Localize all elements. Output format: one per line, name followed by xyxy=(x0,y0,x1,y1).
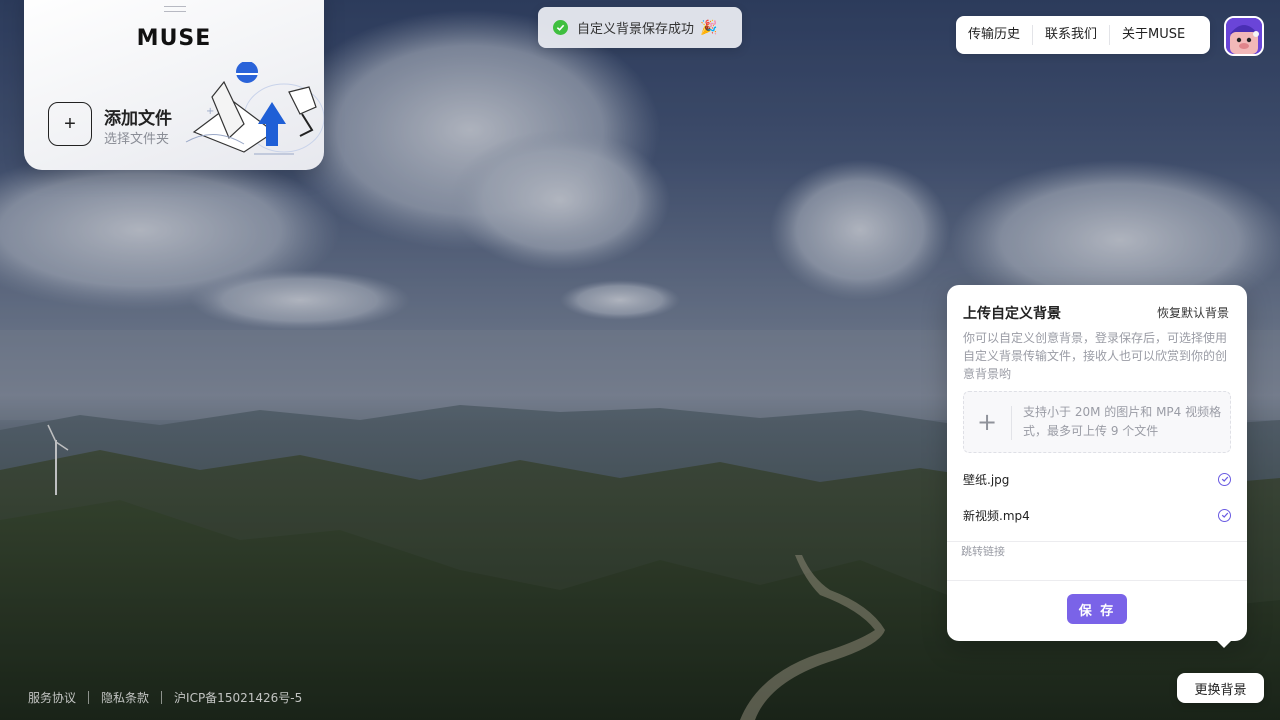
redirect-link-input[interactable] xyxy=(961,542,1231,560)
svg-text:+: + xyxy=(206,106,214,117)
privacy-policy-link[interactable]: 隐私条款 xyxy=(101,689,149,706)
avatar-character-icon xyxy=(1226,18,1262,54)
footer: 服务协议 隐私条款 沪ICP备15021426号-5 xyxy=(28,689,302,706)
select-folder-link[interactable]: 选择文件夹 xyxy=(104,128,169,147)
custom-background-panel: 上传自定义背景 恢复默认背景 你可以自定义创意背景，登录保存后，可选择使用自定义… xyxy=(947,285,1247,648)
file-name: 壁纸.jpg xyxy=(963,472,1010,487)
panel-title: 上传自定义背景 xyxy=(963,306,1061,322)
upload-dropzone[interactable]: + 支持小于 20M 的图片和 MP4 视频格式，最多可上传 9 个文件 xyxy=(963,391,1231,453)
upload-card: MUSE + 添加文件 选择文件夹 + xyxy=(24,0,324,170)
add-file-button[interactable]: + xyxy=(48,102,92,146)
footer-divider xyxy=(88,691,90,704)
check-circle-icon xyxy=(1218,508,1231,522)
footer-divider xyxy=(161,691,163,704)
nav-contact-us[interactable]: 联系我们 xyxy=(1033,25,1109,45)
file-name: 新视频.mp4 xyxy=(963,508,1030,523)
terms-of-service-link[interactable]: 服务协议 xyxy=(28,689,76,706)
party-popper-icon: 🎉 xyxy=(700,19,718,36)
restore-default-button[interactable]: 恢复默认背景 xyxy=(1157,304,1229,321)
nav-transfer-history[interactable]: 传输历史 xyxy=(956,25,1032,45)
change-background-button[interactable]: 更换背景 xyxy=(1177,673,1264,703)
add-file-label[interactable]: 添加文件 xyxy=(104,104,172,129)
toast-message: 自定义背景保存成功 xyxy=(577,22,695,37)
plus-icon: + xyxy=(976,408,998,436)
icp-license-link[interactable]: 沪ICP备15021426号-5 xyxy=(174,689,302,706)
dropzone-hint: 支持小于 20M 的图片和 MP4 视频格式，最多可上传 9 个文件 xyxy=(1023,405,1222,438)
panel-divider xyxy=(947,580,1247,581)
plus-icon: + xyxy=(64,112,76,135)
nav-about[interactable]: 关于MUSE xyxy=(1110,25,1197,45)
dropzone-divider xyxy=(1011,406,1012,440)
file-item[interactable]: 壁纸.jpg xyxy=(963,468,1231,490)
success-check-icon xyxy=(553,20,568,35)
user-avatar[interactable] xyxy=(1224,16,1264,56)
top-nav: 传输历史 联系我们 关于MUSE xyxy=(956,16,1210,54)
upload-illustration: + xyxy=(185,62,324,155)
file-item[interactable]: 新视频.mp4 xyxy=(963,504,1231,526)
check-circle-icon xyxy=(1218,472,1231,486)
brand-logo: MUSE xyxy=(136,26,212,51)
panel-description: 你可以自定义创意背景，登录保存后，可选择使用自定义背景传输文件，接收人也可以欣赏… xyxy=(963,331,1228,381)
drag-handle-icon[interactable] xyxy=(164,6,186,12)
success-toast: 自定义背景保存成功 🎉 xyxy=(538,7,742,48)
save-button[interactable]: 保 存 xyxy=(1067,594,1127,624)
